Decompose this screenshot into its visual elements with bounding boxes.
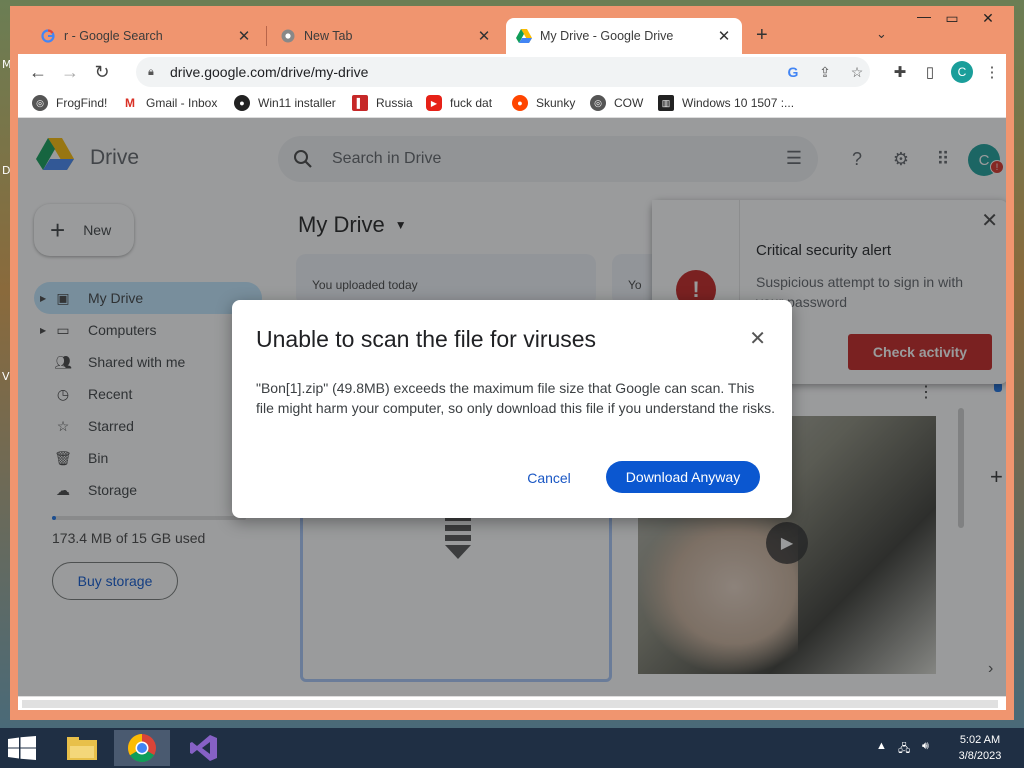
- github-icon: ●: [234, 95, 250, 111]
- bookmark-item[interactable]: ▌ Russia: [352, 95, 413, 111]
- bookmark-item[interactable]: ◎ FrogFind!: [32, 95, 107, 111]
- file-explorer-icon[interactable]: [54, 730, 110, 766]
- bookmark-label: FrogFind!: [56, 96, 108, 110]
- forward-button[interactable]: →: [54, 56, 86, 88]
- volume-icon[interactable]: 🔊︎: [922, 740, 929, 753]
- clock-time: 5:02 AM: [959, 734, 1001, 746]
- new-tab-button[interactable]: +: [756, 24, 768, 47]
- flag-icon: ▌: [352, 95, 368, 111]
- close-tab-icon[interactable]: ✕: [476, 27, 492, 45]
- tab-google-search[interactable]: r - Google Search ✕: [30, 18, 262, 54]
- extensions-icon[interactable]: ✚: [888, 60, 912, 84]
- back-button[interactable]: ←: [22, 56, 54, 88]
- bookmark-label: Gmail - Inbox: [146, 96, 218, 110]
- close-tab-icon[interactable]: ✕: [236, 27, 252, 45]
- close-window-button[interactable]: ✕: [972, 10, 1004, 32]
- url-text: drive.google.com/drive/my-drive: [170, 64, 369, 80]
- address-bar[interactable]: 🔒︎ drive.google.com/drive/my-drive G ⇪ ☆: [136, 57, 870, 87]
- bookmark-label: fuck dat: [450, 96, 493, 110]
- bookmark-item[interactable]: ◎ COW: [590, 95, 643, 111]
- bookmark-item[interactable]: ● Win11 installer: [234, 95, 336, 111]
- bookmark-item[interactable]: ▥ Windows 10 1507 :...: [658, 95, 794, 111]
- bookmark-star-icon[interactable]: ☆: [848, 63, 866, 81]
- profile-avatar[interactable]: C: [951, 61, 973, 83]
- windows-start-icon[interactable]: [8, 736, 38, 760]
- bookmark-item[interactable]: ● Skunky: [512, 95, 575, 111]
- tab-title: My Drive - Google Drive: [540, 29, 674, 43]
- bookmark-label: COW: [614, 96, 644, 110]
- scrollbar-track: [22, 700, 998, 708]
- gmail-icon: M: [122, 95, 138, 111]
- lock-icon: 🔒︎: [148, 65, 154, 78]
- reddit-icon: ●: [512, 95, 528, 111]
- reload-button[interactable]: ↻: [86, 56, 118, 88]
- browser-toolbar: ← → ↻ 🔒︎ drive.google.com/drive/my-drive…: [18, 54, 1006, 90]
- bookmark-label: Win11 installer: [258, 96, 336, 110]
- horizontal-scrollbar[interactable]: [18, 696, 1006, 710]
- chrome-icon: [280, 28, 296, 44]
- tab-my-drive[interactable]: My Drive - Google Drive ✕: [506, 18, 742, 54]
- network-icon[interactable]: 🖧︎: [898, 740, 910, 759]
- archive-icon: ▥: [658, 95, 674, 111]
- chrome-taskbar-icon[interactable]: [114, 730, 170, 766]
- bookmark-item[interactable]: ▶ fuck dat: [426, 95, 492, 111]
- virus-scan-warning-dialog: Unable to scan the file for viruses ✕ "B…: [232, 300, 792, 518]
- bookmark-label: Windows 10 1507 :...: [682, 96, 795, 110]
- drive-icon: [516, 28, 532, 44]
- dialog-body: "Bon[1].zip" (49.8MB) exceeds the maximu…: [256, 380, 776, 416]
- download-anyway-button[interactable]: Download Anyway: [606, 461, 760, 493]
- visual-studio-icon[interactable]: [176, 730, 232, 766]
- clock-date: 3/8/2023: [958, 750, 1002, 762]
- globe-icon: ◎: [32, 95, 48, 111]
- tab-new-tab[interactable]: New Tab ✕: [270, 18, 502, 54]
- desktop-icon-label: V: [2, 370, 10, 383]
- bookmark-item[interactable]: M Gmail - Inbox: [122, 95, 217, 111]
- tab-strip: r - Google Search ✕ New Tab ✕ My Drive -…: [10, 6, 1014, 54]
- globe-icon: ◎: [590, 95, 606, 111]
- taskbar: ▲ 🖧︎ 🔊︎ 5:02 AM 3/8/2023: [0, 728, 1024, 768]
- tab-title: New Tab: [304, 29, 353, 43]
- dialog-title: Unable to scan the file for viruses: [256, 326, 597, 352]
- tab-divider: [266, 26, 267, 46]
- cancel-button[interactable]: Cancel: [520, 462, 578, 494]
- more-menu-icon[interactable]: ⋮: [980, 60, 1004, 84]
- youtube-icon: ▶: [426, 95, 442, 111]
- bookmarks-bar: ◎ FrogFind! M Gmail - Inbox ● Win11 inst…: [18, 90, 1006, 118]
- tray-chevron-icon[interactable]: ▲: [876, 740, 887, 752]
- close-icon[interactable]: ✕: [749, 326, 766, 351]
- share-icon[interactable]: ⇪: [816, 63, 834, 81]
- maximize-button[interactable]: ▭: [936, 10, 968, 32]
- bookmark-label: Skunky: [536, 96, 576, 110]
- system-clock[interactable]: 5:02 AM 3/8/2023: [952, 732, 1008, 764]
- close-tab-icon[interactable]: ✕: [716, 27, 732, 45]
- google-lens-icon[interactable]: G: [784, 63, 802, 81]
- google-g-icon: [40, 28, 56, 44]
- tab-title: r - Google Search: [64, 29, 163, 43]
- chevron-down-icon[interactable]: ⌄: [876, 26, 887, 42]
- side-panel-icon[interactable]: ▯: [918, 60, 942, 84]
- bookmark-label: Russia: [376, 96, 413, 110]
